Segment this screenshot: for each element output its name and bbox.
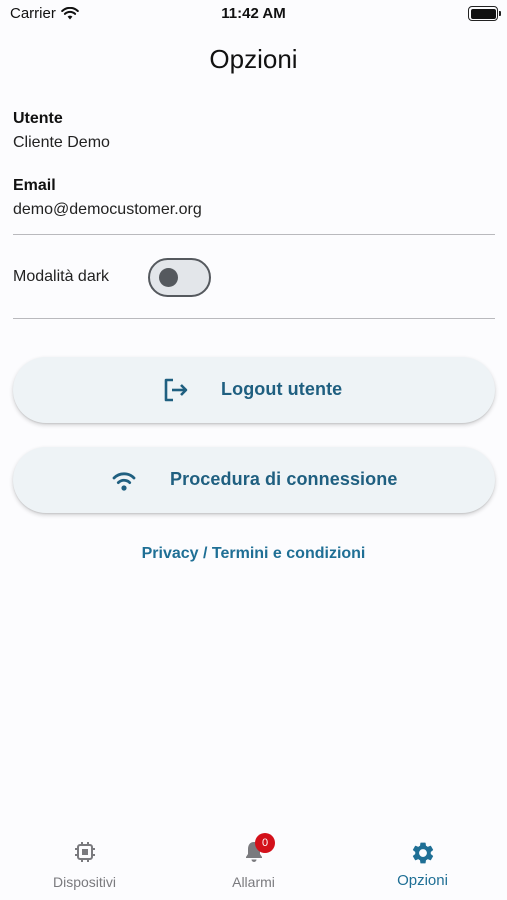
battery-icon [468,6,501,21]
alarm-count-badge: 0 [255,833,275,853]
tab-allarmi[interactable]: 0 Allarmi [169,828,338,900]
page-title: Opzioni [209,44,298,74]
connection-procedure-button[interactable]: Procedura di connessione [13,447,495,513]
tab-dispositivi[interactable]: Dispositivi [0,828,169,900]
gear-icon [412,842,434,864]
status-time: 11:42 AM [221,5,286,22]
divider [13,318,495,319]
email-value: demo@democustomer.org [13,201,202,218]
tab-label: Dispositivi [52,874,116,890]
status-bar: Carrier 11:42 AM [0,0,507,28]
wifi-icon [112,472,136,491]
toggle-knob [159,268,178,287]
dark-mode-toggle[interactable] [148,258,211,297]
connection-procedure-label: Procedura di connessione [170,469,398,489]
chip-icon [75,842,95,862]
email-label: Email [13,177,56,194]
tab-label: Allarmi [232,874,275,890]
tab-opzioni[interactable]: Opzioni [338,828,507,900]
logout-button[interactable]: Logout utente [13,357,495,423]
logout-icon [164,378,188,402]
tab-label: Opzioni [397,872,448,889]
dark-mode-label: Modalità dark [13,268,110,285]
privacy-terms-link[interactable]: Privacy / Termini e condizioni [0,545,507,563]
tab-bar: Dispositivi 0 Allarmi Opzioni [0,828,507,900]
user-value: Cliente Demo [13,134,110,151]
divider [13,234,495,235]
logout-label: Logout utente [221,379,343,399]
user-label: Utente [13,110,63,127]
